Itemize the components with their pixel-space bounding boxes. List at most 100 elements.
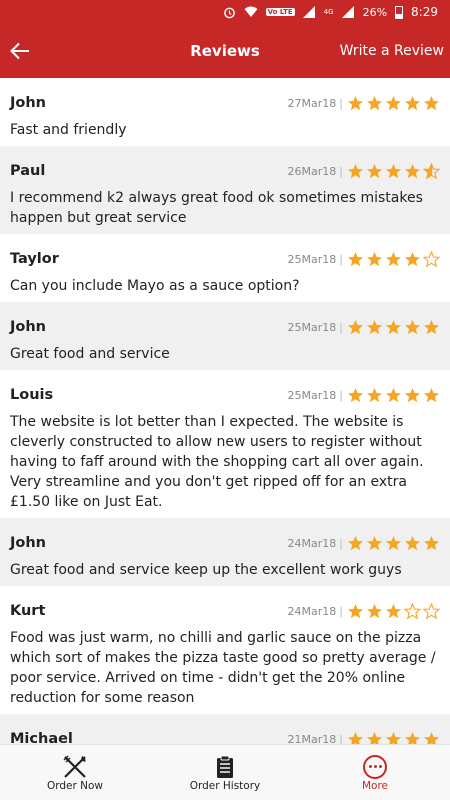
- star-full-icon: [385, 731, 402, 744]
- nav-order-history[interactable]: Order History: [150, 745, 300, 800]
- review-meta: 25Mar18 |: [288, 387, 440, 404]
- star-full-icon: [347, 251, 364, 268]
- star-rating: [347, 162, 441, 180]
- reviewer-name: Taylor: [10, 251, 59, 267]
- review-date: 25Mar18: [287, 252, 337, 266]
- app-bar: Reviews Write a Review: [0, 24, 450, 78]
- clock: 8:29: [411, 5, 438, 19]
- review-meta: 27Mar18 |: [288, 95, 440, 112]
- star-full-icon: [385, 319, 402, 336]
- battery-icon: [395, 5, 404, 19]
- review-item: Kurt 24Mar18 | Food was just warm, no chill…: [0, 586, 450, 714]
- review-date: 27Mar18: [287, 96, 337, 110]
- nav-more[interactable]: More: [300, 745, 450, 800]
- review-item: John 24Mar18 | Great food and service keep …: [0, 518, 450, 586]
- review-header: Kurt 24Mar18 |: [10, 586, 441, 624]
- star-full-icon: [347, 731, 364, 744]
- divider: |: [339, 388, 343, 402]
- nav-more-label: More: [361, 779, 389, 792]
- star-rating: [347, 731, 440, 744]
- star-full-icon: [423, 535, 440, 552]
- star-full-icon: [385, 163, 402, 180]
- arrow-left-icon: [10, 42, 29, 60]
- divider: |: [339, 536, 343, 550]
- back-button[interactable]: [0, 24, 40, 78]
- review-item: John 25Mar18 | Great food and service: [0, 302, 450, 370]
- star-full-icon: [366, 251, 383, 268]
- review-text: I recommend k2 always great food ok some…: [10, 190, 423, 226]
- fork-knife-icon: [62, 754, 88, 780]
- more-icon-wrap: [363, 754, 387, 780]
- star-full-icon: [347, 603, 364, 620]
- star-rating: [347, 250, 441, 268]
- star-full-icon: [366, 163, 383, 180]
- review-meta: 21Mar18 |: [287, 731, 440, 745]
- review-date: 21Mar18: [287, 732, 337, 745]
- alarm-icon: [223, 6, 236, 19]
- review-item: Taylor 25Mar18 | Can you include Mayo as a …: [0, 234, 450, 302]
- star-empty-icon: [403, 602, 422, 620]
- review-meta: 26Mar18 |: [287, 162, 441, 180]
- reviewer-name: John: [10, 319, 47, 335]
- review-header: John 27Mar18 |: [10, 78, 440, 116]
- review-meta: 24Mar18 |: [288, 602, 441, 620]
- star-full-icon: [404, 387, 421, 404]
- star-full-icon: [347, 163, 364, 180]
- review-meta: 24Mar18 |: [288, 535, 440, 552]
- review-item: Paul 26Mar18 | I recommend k2 always great …: [0, 146, 450, 234]
- star-full-icon: [385, 387, 402, 404]
- star-full-icon: [366, 319, 383, 336]
- star-full-icon: [366, 603, 383, 620]
- review-meta: 25Mar18 |: [288, 319, 440, 336]
- battery-percent: 26%: [362, 5, 388, 19]
- reviewer-name: John: [10, 535, 47, 551]
- nav-order-history-label: Order History: [189, 779, 261, 792]
- review-item: Michael21Mar18|Excellent food. First cla…: [0, 714, 450, 744]
- review-item: Louis 25Mar18 | The website is lot better t…: [0, 370, 450, 518]
- star-full-icon: [404, 319, 421, 336]
- signal-icon-2: [341, 6, 355, 18]
- reviewer-name: Louis: [10, 387, 54, 403]
- review-header: Paul 26Mar18 |: [10, 146, 441, 184]
- star-half-icon: [422, 162, 441, 180]
- volte-badge: Vo LTE: [265, 8, 295, 16]
- star-full-icon: [347, 387, 364, 404]
- review-header: Michael 21Mar18 |: [10, 714, 440, 744]
- reviews-list[interactable]: John 27Mar18 | Fast and friendly Paul 26Mar18…: [0, 78, 450, 744]
- star-rating: [347, 535, 440, 552]
- star-full-icon: [366, 535, 383, 552]
- write-review-button[interactable]: Write a Review: [340, 43, 444, 59]
- star-rating: [347, 387, 440, 404]
- review-text: Great food and service keep up the excel…: [10, 562, 402, 578]
- star-rating: [347, 95, 440, 112]
- signal-icon: [302, 6, 316, 18]
- review-date: 24Mar18: [287, 536, 337, 550]
- star-full-icon: [423, 387, 440, 404]
- star-full-icon: [404, 163, 421, 180]
- review-header: Taylor 25Mar18 |: [10, 234, 441, 272]
- more-dots-icon: [363, 754, 387, 779]
- star-full-icon: [404, 535, 421, 552]
- review-date: 25Mar18: [287, 388, 337, 402]
- star-full-icon: [385, 603, 402, 620]
- review-text: Can you include Mayo as a sauce option?: [10, 278, 300, 294]
- divider: |: [339, 164, 343, 178]
- star-full-icon: [347, 535, 364, 552]
- review-text: Great food and service: [10, 346, 170, 362]
- star-full-icon: [404, 251, 421, 268]
- reviewer-name: Paul: [10, 163, 46, 179]
- divider: |: [339, 320, 343, 334]
- review-header: John 25Mar18 |: [10, 302, 440, 340]
- review-text: Fast and friendly: [10, 122, 127, 138]
- review-text: The website is lot better than I expecte…: [10, 414, 424, 510]
- nav-order-now-label: Order Now: [46, 779, 104, 792]
- star-full-icon: [385, 95, 402, 112]
- star-full-icon: [404, 95, 421, 112]
- divider: |: [339, 252, 343, 266]
- star-rating: [347, 602, 441, 620]
- star-full-icon: [423, 731, 440, 744]
- review-date: 26Mar18: [287, 164, 337, 178]
- divider: |: [339, 96, 343, 110]
- nav-order-now[interactable]: Order Now: [0, 745, 150, 800]
- star-full-icon: [423, 95, 440, 112]
